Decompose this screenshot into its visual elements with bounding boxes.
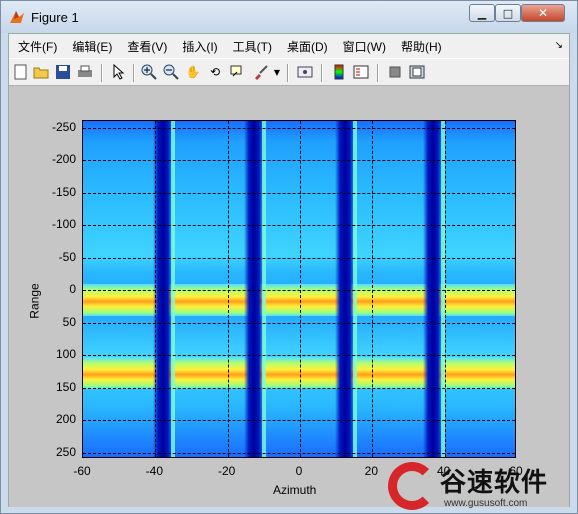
axes-container: -250 -200 -150 -100 -50 0 50 100 150 200 250 -60 -4… (9, 87, 569, 507)
y-axis-label: Range (27, 283, 42, 319)
bright-band-bottom (83, 357, 515, 389)
close-button[interactable]: ✕ (521, 4, 565, 22)
print-icon[interactable] (77, 64, 93, 80)
menu-item[interactable]: 桌面(D) (281, 38, 334, 55)
figure-window: Figure 1 ▁ □ ✕ 文件(F) 编辑(E) 查看(V) 插入(I) 工具(T)… (0, 0, 578, 514)
menu-item[interactable]: 工具(T) (227, 38, 278, 55)
x-tick-label: 0 (295, 464, 303, 478)
brush-icon[interactable] (253, 64, 269, 80)
maximize-button[interactable]: □ (495, 4, 521, 22)
watermark-logo-icon (388, 462, 436, 510)
dark-column-2 (244, 121, 264, 457)
x-tick-label: 20 (364, 464, 378, 478)
menu-item[interactable]: 编辑(E) (66, 38, 118, 55)
matlab-icon (10, 11, 24, 23)
pointer-icon[interactable] (111, 64, 127, 80)
title-bar[interactable]: Figure 1 ▁ □ ✕ (1, 1, 577, 33)
pan-hand-icon[interactable]: ✋ (185, 64, 201, 80)
link-plot-icon[interactable] (297, 64, 313, 80)
grid-line-h (83, 127, 515, 129)
bright-band-top (83, 284, 515, 316)
watermark: 谷速软件 www.gususoft.com (388, 462, 576, 514)
x-tick-label: -20 (217, 464, 236, 478)
open-file-icon[interactable] (33, 64, 49, 80)
grid-line-v (155, 121, 157, 457)
new-figure-icon[interactable] (13, 64, 29, 80)
y-tick-label: 150 (55, 379, 76, 394)
watermark-url: www.gususoft.com (444, 498, 528, 509)
save-icon[interactable] (55, 64, 71, 80)
heatmap-plot[interactable] (82, 120, 516, 458)
toolbar-separator (287, 64, 289, 82)
x-axis-label: Azimuth (273, 483, 317, 497)
data-cursor-icon[interactable] (229, 64, 245, 80)
y-tick-label: -250 (51, 119, 76, 134)
grid-line-h (83, 452, 515, 454)
y-tick-label: -100 (51, 217, 76, 231)
y-tick-label: 50 (62, 314, 76, 329)
grid-line-v (300, 121, 301, 457)
grid-line-h (83, 387, 515, 389)
y-tick-label: -150 (51, 184, 76, 199)
show-plot-tools-icon[interactable] (409, 64, 425, 80)
grid-line-h (83, 192, 515, 194)
grid-line-v (372, 121, 374, 457)
minimize-button[interactable]: ▁ (469, 4, 495, 22)
window-title: Figure 1 (31, 10, 79, 25)
edge-line (262, 121, 266, 457)
rotate-3d-icon[interactable]: ⟲ (207, 64, 223, 80)
edge-line (171, 121, 175, 457)
edge-line (353, 121, 357, 457)
watermark-text: 谷速软件 (440, 468, 549, 498)
hide-plot-tools-icon[interactable] (387, 64, 403, 80)
figure-client: 文件(F) 编辑(E) 查看(V) 插入(I) 工具(T) 桌面(D) 窗口(W) 帮助(H)… (8, 33, 570, 507)
grid-line-h (83, 420, 515, 421)
figure-toolbar: ✋ ⟲ ▼ (9, 58, 569, 86)
x-tick-label: -60 (73, 464, 91, 478)
y-tick-label: -200 (51, 152, 76, 166)
menu-bar: 文件(F) 编辑(E) 查看(V) 插入(I) 工具(T) 桌面(D) 窗口(W) 帮助(H)… (9, 34, 569, 58)
menu-item[interactable]: 窗口(W) (337, 38, 392, 55)
zoom-in-icon[interactable] (141, 64, 157, 80)
menu-item[interactable]: 插入(I) (176, 38, 223, 55)
grid-line-h (83, 257, 515, 259)
grid-line-h (83, 322, 515, 324)
dark-column-3 (335, 121, 355, 457)
toolbar-separator (377, 64, 379, 82)
menu-item[interactable]: 帮助(H) (395, 38, 448, 55)
grid-line-v (444, 121, 446, 457)
grid-line-h (83, 290, 515, 291)
toolbar-separator (133, 64, 135, 82)
menu-dock-arrow-icon[interactable]: ↘ (555, 40, 563, 51)
menu-item[interactable]: 查看(V) (121, 38, 173, 55)
y-tick-label: 0 (69, 282, 76, 296)
x-tick-label: -40 (145, 464, 163, 478)
grid-line-h (83, 225, 515, 226)
zoom-out-icon[interactable] (163, 64, 179, 80)
toolbar-separator (321, 64, 323, 82)
y-tick-label: 250 (55, 444, 76, 459)
toolbar-separator (101, 64, 103, 82)
grid-line-v (227, 121, 229, 457)
y-tick-label: 100 (55, 347, 76, 361)
grid-line-h (83, 355, 515, 356)
menu-item[interactable]: 文件(F) (12, 38, 63, 55)
y-tick-label: -50 (58, 249, 76, 264)
colorbar-icon[interactable] (331, 64, 347, 80)
dark-column-4 (423, 121, 443, 457)
brush-dropdown-icon[interactable]: ▼ (269, 64, 285, 80)
y-tick-label: 200 (55, 412, 76, 426)
legend-icon[interactable] (353, 64, 369, 80)
grid-line-h (83, 160, 515, 161)
